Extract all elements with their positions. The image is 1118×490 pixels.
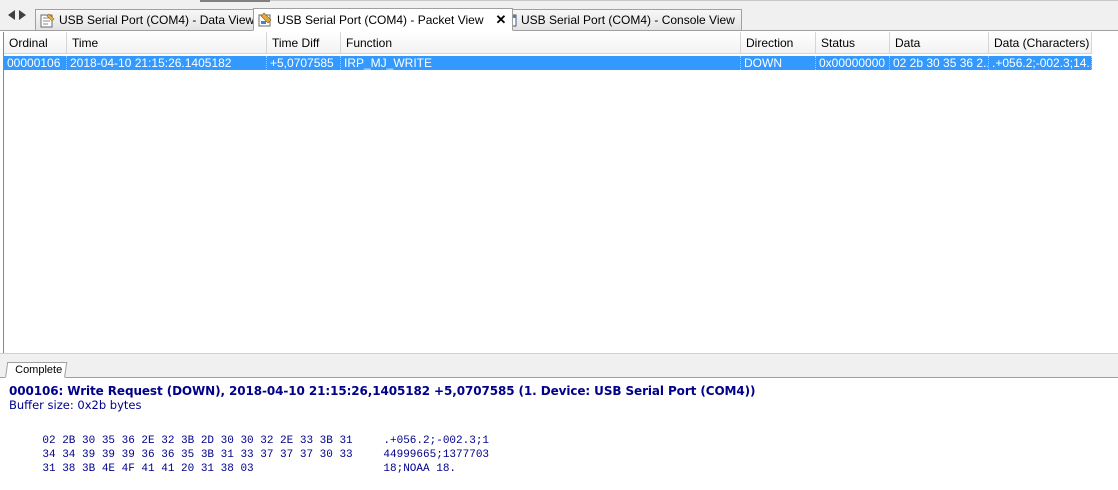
detail-tab-strip: Complete (0, 361, 1118, 378)
tab-label: USB Serial Port (COM4) - Data View (59, 13, 255, 27)
packet-view-icon (258, 12, 272, 27)
grid-header: Ordinal Time Time Diff Function Directio… (4, 32, 1092, 54)
cell-data-characters: .+056.2;-002.3;14... (989, 56, 1092, 70)
cell-data: 02 2b 30 35 36 2... (890, 56, 989, 70)
request-summary: 000106: Write Request (DOWN), 2018-04-10… (9, 384, 756, 398)
tab-complete[interactable]: Complete (5, 362, 68, 378)
tab-data-view[interactable]: USB Serial Port (COM4) - Data View (35, 9, 262, 30)
cell-ordinal: 00000106 (4, 56, 67, 70)
hex-dump-line: 31 38 3B 4E 4F 41 41 20 31 38 03 18;NOAA … (16, 448, 456, 490)
ascii-chars: 18;NOAA 18. (383, 463, 457, 475)
table-row[interactable]: 00000106 2018-04-10 21:15:26.1405182 +5,… (4, 56, 1092, 70)
cell-function: IRP_MJ_WRITE (341, 56, 741, 70)
column-header-ordinal[interactable]: Ordinal (4, 32, 67, 54)
data-view-icon (40, 13, 55, 27)
document-tab-strip: USB Serial Port (COM4) - Data View USB S… (0, 0, 1118, 31)
packet-grid: Ordinal Time Time Diff Function Directio… (3, 32, 1118, 353)
tab-console-view[interactable]: USB Serial Port (COM4) - Console View (497, 9, 742, 30)
column-header-direction[interactable]: Direction (741, 32, 816, 54)
hex-bytes: 31 38 3B 4E 4F 41 41 20 31 38 03 (42, 463, 254, 475)
column-header-time-diff[interactable]: Time Diff (267, 32, 341, 54)
divider (270, 0, 1118, 1)
tab-packet-view[interactable]: USB Serial Port (COM4) - Packet View ✕ (253, 8, 514, 31)
column-header-time[interactable]: Time (67, 32, 267, 54)
cell-status: 0x00000000 (816, 56, 890, 70)
tab-navigation (6, 10, 32, 22)
tab-label: Complete (15, 364, 63, 376)
scroll-indicator (200, 0, 270, 2)
column-header-data[interactable]: Data (890, 32, 989, 54)
buffer-size: Buffer size: 0x2b bytes (9, 398, 142, 412)
column-header-function[interactable]: Function (341, 32, 741, 54)
column-header-status[interactable]: Status (816, 32, 890, 54)
cell-time-diff: +5,0707585 (267, 56, 341, 70)
panel-splitter[interactable] (0, 353, 1118, 361)
tab-label: USB Serial Port (COM4) - Console View (521, 13, 735, 27)
tab-scroll-right-icon[interactable] (19, 10, 26, 20)
cell-time: 2018-04-10 21:15:26.1405182 (67, 56, 267, 70)
packet-detail-panel: 000106: Write Request (DOWN), 2018-04-10… (0, 378, 1118, 475)
cell-direction: DOWN (741, 56, 816, 70)
tab-label: USB Serial Port (COM4) - Packet View (277, 12, 484, 27)
close-icon[interactable]: ✕ (496, 13, 507, 26)
tab-scroll-left-icon[interactable] (8, 10, 15, 20)
column-header-data-characters[interactable]: Data (Characters) (989, 32, 1092, 54)
